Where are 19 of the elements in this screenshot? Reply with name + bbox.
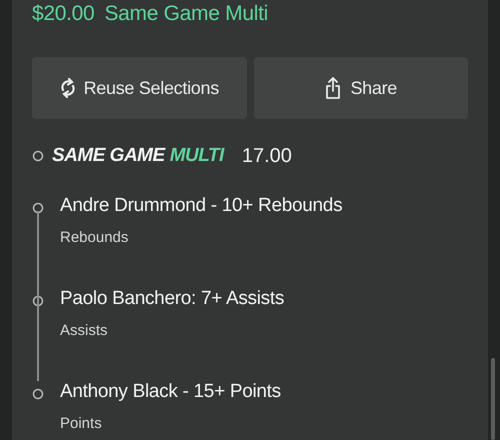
bet-type: Same Game Multi bbox=[104, 1, 268, 27]
selection-title: Anthony Black - 15+ Points bbox=[60, 380, 282, 404]
stake-amount: $20.00 bbox=[32, 1, 94, 27]
timeline-dot-icon bbox=[32, 295, 44, 307]
odds: 17.00 bbox=[242, 144, 292, 168]
reuse-selections-button[interactable]: Reuse Selections bbox=[32, 57, 246, 119]
timeline-dot-icon bbox=[32, 202, 44, 214]
share-icon bbox=[324, 76, 342, 100]
market-label: Rebounds bbox=[60, 229, 130, 246]
share-button[interactable]: Share bbox=[254, 57, 468, 119]
timeline-dot-icon bbox=[32, 150, 44, 162]
market-label: Points bbox=[60, 415, 103, 432]
selection-title: Paolo Banchero: 7+ Assists bbox=[60, 287, 286, 311]
brand-accent: MULTI bbox=[170, 145, 224, 167]
market-label: Assists bbox=[60, 322, 109, 339]
refresh-icon bbox=[60, 77, 76, 99]
timeline-dot-icon bbox=[32, 388, 44, 400]
brand-name: SAME GAME bbox=[52, 145, 165, 167]
selection-title: Andre Drummond - 10+ Rebounds bbox=[60, 194, 344, 218]
